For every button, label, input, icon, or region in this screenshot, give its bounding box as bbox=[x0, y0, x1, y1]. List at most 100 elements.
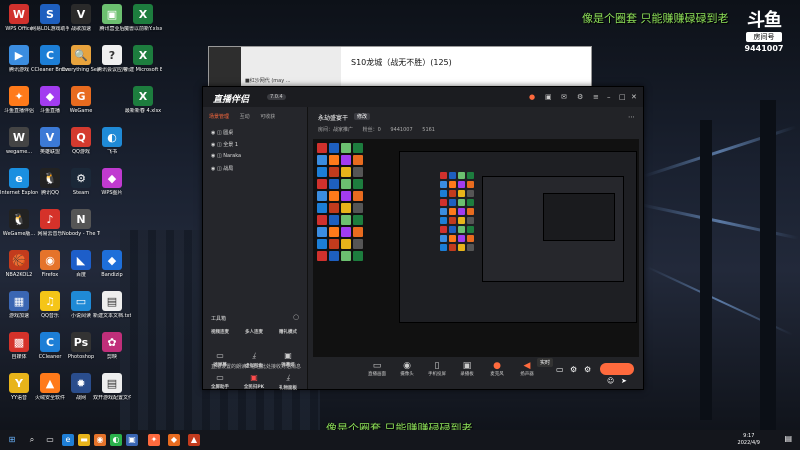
preview-icon-thumb bbox=[440, 181, 447, 188]
tab-scenes[interactable]: 场景管理 bbox=[209, 114, 229, 120]
tool-pk[interactable]: ▣ 全民扫PK bbox=[237, 373, 271, 390]
windows-start-icon[interactable]: ⊞ bbox=[6, 434, 18, 446]
folder-icon[interactable]: ▬ bbox=[78, 434, 90, 446]
phone-cast-button[interactable]: ▯ 手机投屏 bbox=[424, 361, 450, 377]
tool-gift-panel[interactable]: ⤓ 礼物面板 bbox=[271, 373, 305, 391]
app-icon: V bbox=[71, 4, 91, 24]
tab-interact[interactable]: 互动 bbox=[240, 114, 250, 120]
tool-gift-mode[interactable]: 赠礼模式 bbox=[271, 329, 305, 335]
taskbar-clock[interactable]: 9:17 2022/4/9 bbox=[738, 433, 760, 447]
desktop-icon-label: 双开游戏配置文件.txt bbox=[93, 395, 131, 401]
minimize-icon[interactable]: – bbox=[607, 93, 611, 101]
preview-icon-thumb bbox=[467, 208, 474, 215]
app-icon: ✿ bbox=[102, 332, 122, 352]
preview-icon-thumb bbox=[467, 217, 474, 224]
scene-item[interactable]: ◉ ◫ 战局 bbox=[211, 165, 233, 172]
gift-icon[interactable]: ▣ bbox=[545, 93, 552, 101]
app-icon: 🐧 bbox=[9, 209, 29, 229]
desktop-icon[interactable]: ◆ Bandizip bbox=[93, 250, 131, 278]
avatar-icon[interactable]: ● bbox=[529, 93, 535, 101]
screen-capture-button[interactable]: ▭ 直播画面 bbox=[364, 361, 390, 377]
mic-button[interactable]: ● 麦克风 bbox=[484, 361, 510, 377]
record-button[interactable]: ▣ 录播板 bbox=[454, 361, 480, 377]
app-icon: 🐧 bbox=[40, 168, 60, 188]
preview-icon-thumb bbox=[440, 226, 447, 233]
record-icon: ▣ bbox=[462, 361, 472, 371]
search-icon[interactable]: ⌕ bbox=[26, 434, 38, 446]
preview-icon-thumb bbox=[329, 155, 339, 165]
desktop-icon[interactable]: ▤ 新建文本文档.txt bbox=[93, 291, 131, 319]
live-preview[interactable] bbox=[313, 139, 639, 357]
preview-icon-thumb bbox=[329, 191, 339, 201]
message-icon[interactable]: ✉ bbox=[561, 93, 567, 101]
tool-video-link[interactable]: 视频连麦 bbox=[203, 329, 237, 335]
preview-icon-thumb bbox=[317, 215, 327, 225]
desktop-icon[interactable]: ✿ 剪映 bbox=[93, 332, 131, 360]
share-icon[interactable]: ⋯ bbox=[628, 113, 635, 121]
desktop-icon-label: 新建文本文档.txt bbox=[93, 313, 131, 319]
edge-icon[interactable]: e bbox=[62, 434, 74, 446]
send-icon[interactable]: ➤ bbox=[621, 377, 627, 385]
options-icon[interactable]: ⚙ bbox=[584, 365, 591, 374]
preview-icon-thumb bbox=[449, 235, 456, 242]
chat-list-item[interactable]: ■红沙网代 (may ... bbox=[245, 77, 291, 84]
app-icon: ? bbox=[102, 45, 122, 65]
camera-record-icon[interactable]: ▭ bbox=[556, 365, 564, 374]
app-icon: Ps bbox=[71, 332, 91, 352]
menu-icon[interactable]: ≡ bbox=[593, 93, 599, 101]
preview-icon-thumb bbox=[467, 226, 474, 233]
tool-fullscreen[interactable]: ▭ 全屏助手 bbox=[203, 373, 237, 390]
task-view-icon[interactable]: ▭ bbox=[44, 434, 56, 446]
streaming-assistant-window[interactable]: 直播伴侣 7.0.4 ● ▣ ✉ ⚙ ≡ – □ ✕ 场景管理 互动 可收获 ◉… bbox=[202, 86, 644, 391]
wallpaper-pillar bbox=[760, 100, 776, 430]
scene-item[interactable]: ◉ ◫ 全景 1 bbox=[211, 141, 238, 148]
notification-icon[interactable]: ▤ bbox=[784, 434, 792, 443]
toolbox-title: 工具箱 bbox=[211, 316, 227, 322]
desktop-icon[interactable]: ▤ 双开游戏配置文件.txt bbox=[93, 373, 131, 401]
desktop-icon[interactable]: X 魔兽以前新Y.xlsx bbox=[124, 4, 162, 32]
tool-multi-link[interactable]: 多人连麦 bbox=[237, 329, 271, 335]
firefox-icon[interactable]: ◉ bbox=[94, 434, 106, 446]
toolbox-toggle-icon[interactable]: ○ bbox=[293, 313, 299, 321]
desktop-icon[interactable]: X 最新新春 4.xlsx bbox=[124, 86, 162, 114]
scene-item[interactable]: ◉ ◫ 圆桌 bbox=[211, 129, 233, 136]
edit-title-button[interactable]: 修改 bbox=[354, 113, 371, 120]
preview-icon-thumb bbox=[341, 215, 351, 225]
maximize-icon[interactable]: □ bbox=[619, 93, 626, 101]
preview-icon-thumb bbox=[329, 215, 339, 225]
settings-icon[interactable]: ⚙ bbox=[570, 365, 577, 374]
douyu-taskbar-icon[interactable]: ◆ bbox=[168, 434, 180, 446]
app-icon: X bbox=[133, 45, 153, 65]
app-icon[interactable]: ▣ bbox=[126, 434, 138, 446]
desktop-icon[interactable]: G WeGame bbox=[62, 86, 100, 114]
button-label: 摄像头 bbox=[400, 372, 414, 377]
tab-rewards[interactable]: 可收获 bbox=[260, 114, 275, 120]
preview-icon-thumb bbox=[440, 235, 447, 242]
voice-toggle[interactable]: 实时 bbox=[537, 358, 554, 367]
version-badge: 7.0.4 bbox=[267, 94, 286, 100]
camera-button[interactable]: ◉ 摄像头 bbox=[394, 361, 420, 377]
preview-icon-thumb bbox=[341, 179, 351, 189]
desktop-icon[interactable]: ◐ 飞书 bbox=[93, 127, 131, 155]
assistant-taskbar-icon[interactable]: ✦ bbox=[148, 434, 160, 446]
close-icon[interactable]: ✕ bbox=[631, 93, 637, 101]
preview-icon-thumb bbox=[467, 190, 474, 197]
preview-icon-thumb bbox=[458, 190, 465, 197]
app-icon: ▦ bbox=[9, 291, 29, 311]
desktop-icon[interactable]: ◆ WPS图片 bbox=[93, 168, 131, 196]
app-icon: ◆ bbox=[102, 168, 122, 188]
app-icon: X bbox=[133, 86, 153, 106]
tool-label: 全屏助手 bbox=[211, 385, 229, 390]
go-live-button[interactable] bbox=[600, 363, 634, 375]
desktop-icon-label: 新建 Microsoft Excel... bbox=[124, 67, 162, 73]
preview-icon-thumb bbox=[458, 226, 465, 233]
clock-time: 9:17 bbox=[743, 433, 755, 439]
game-taskbar-icon[interactable]: ▲ bbox=[188, 434, 200, 446]
settings-icon[interactable]: ⚙ bbox=[577, 93, 583, 101]
wechat-icon[interactable]: ◐ bbox=[110, 434, 122, 446]
desktop-icon[interactable]: N Nobody - The Turna... bbox=[62, 209, 100, 237]
emoji-icon[interactable]: ☺ bbox=[607, 377, 614, 385]
desktop-icon[interactable]: X 新建 Microsoft Excel... bbox=[124, 45, 162, 73]
preview-icon-thumb bbox=[353, 227, 363, 237]
scene-item[interactable]: ◉ ◫ Naraka bbox=[211, 153, 241, 159]
